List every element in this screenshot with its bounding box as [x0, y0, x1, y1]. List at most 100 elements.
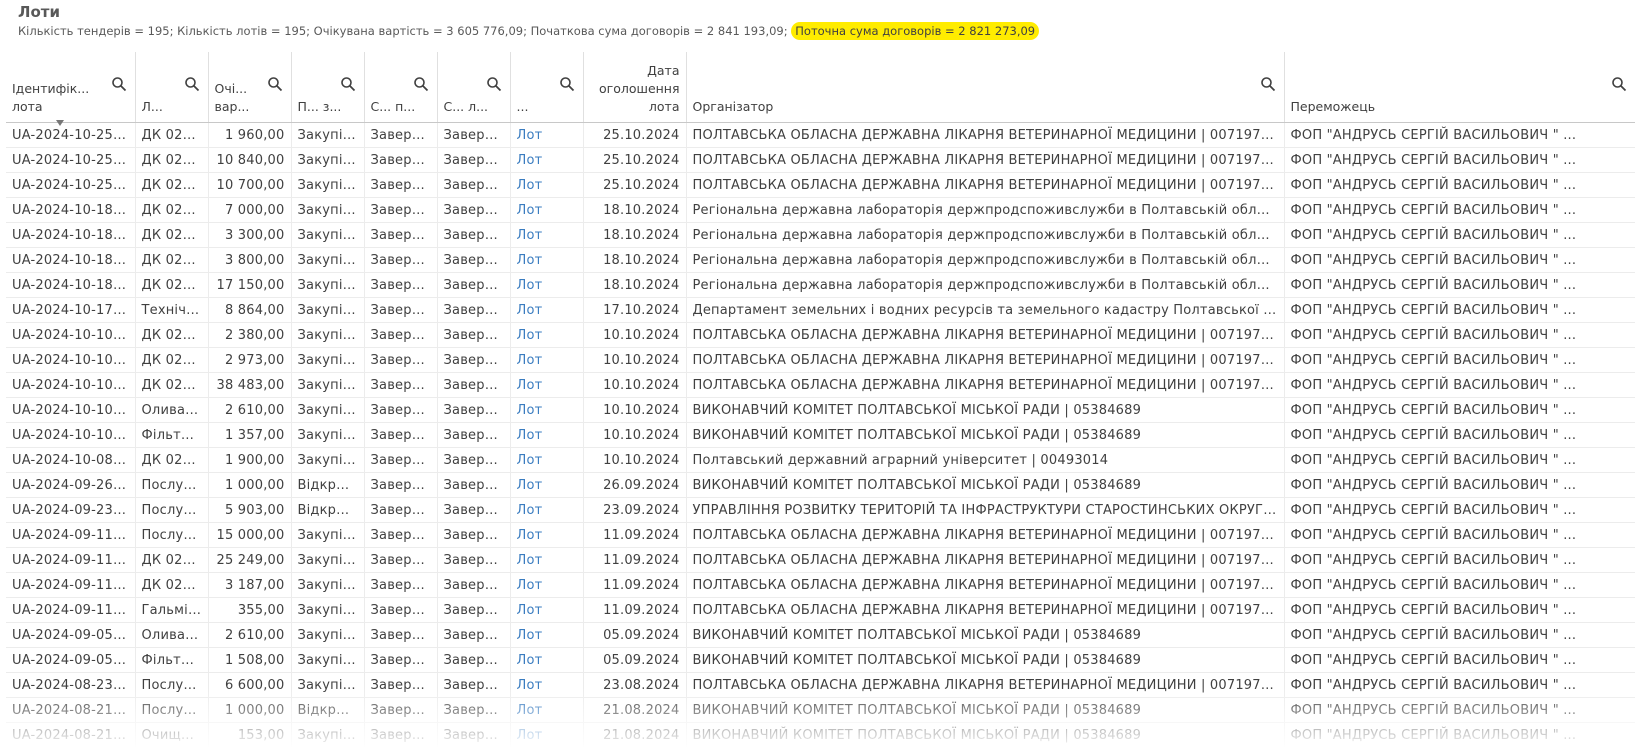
lots-table: Ідентифік... лота Л... Очі... вар... П... з…	[6, 52, 1635, 747]
table-row[interactable]: UA-2024-10-10-... ДК 021... 2 380,00 Закупі…	[6, 322, 1635, 348]
column-header-lot-status[interactable]: С... л...	[437, 52, 511, 123]
cell-procurement-type: Закупів...	[291, 322, 365, 348]
table-row[interactable]: UA-2024-10-18-... ДК 021... 7 000,00 Закупі…	[6, 197, 1635, 223]
cell-lot-status: Заверш...	[437, 447, 511, 473]
cell-lot-link[interactable]: Лот	[510, 197, 584, 223]
cell-lot-status: Заверш...	[437, 272, 511, 298]
column-header-winner[interactable]: Переможець	[1284, 52, 1635, 123]
cell-lot-link[interactable]: Лот	[510, 722, 584, 747]
column-header-procurement-type[interactable]: П... з...	[291, 52, 365, 123]
cell-lot-link[interactable]: Лот	[510, 122, 584, 148]
table-row[interactable]: UA-2024-09-11-... ДК 021... 3 187,00 Закупі…	[6, 572, 1635, 598]
table-row[interactable]: UA-2024-10-10-... Олива ... 2 610,00 Закупі…	[6, 397, 1635, 423]
cell-organizer: ВИКОНАВЧИЙ КОМІТЕТ ПОЛТАВСЬКОЇ МІСЬКОЇ Р…	[686, 397, 1285, 423]
search-icon[interactable]	[267, 76, 283, 92]
cell-lot-link[interactable]: Лот	[510, 172, 584, 198]
cell-lot-link[interactable]: Лот	[510, 272, 584, 298]
column-header-announce-date[interactable]: Дата оголошення лота	[583, 52, 687, 123]
cell-procurement-type: Закупів...	[291, 347, 365, 373]
cell-lot-link[interactable]: Лот	[510, 447, 584, 473]
search-icon[interactable]	[486, 76, 502, 92]
cell-lot-link[interactable]: Лот	[510, 222, 584, 248]
search-icon[interactable]	[111, 76, 127, 92]
column-header-label: Організатор	[692, 99, 774, 114]
table-row[interactable]: UA-2024-09-05-... Олива ... 2 610,00 Закупі…	[6, 622, 1635, 648]
table-row[interactable]: UA-2024-10-18-... ДК 021... 17 150,00 Закуп…	[6, 272, 1635, 298]
table-row[interactable]: UA-2024-08-23-... Послуг... 6 600,00 Закупі…	[6, 672, 1635, 698]
cell-lot-name: ДК 021...	[135, 172, 209, 198]
cell-lot-link[interactable]: Лот	[510, 672, 584, 698]
cell-lot-link[interactable]: Лот	[510, 472, 584, 498]
cell-lot-link[interactable]: Лот	[510, 397, 584, 423]
cell-winner: ФОП "АНДРУСЬ СЕРГІЙ ВАСИЛЬОВИЧ " ...	[1284, 272, 1635, 298]
cell-procurement-type: Закупів...	[291, 722, 365, 747]
cell-lot-status: Заверш...	[437, 122, 511, 148]
table-row[interactable]: UA-2024-10-10-... Фільтр... 1 357,00 Закупі…	[6, 422, 1635, 448]
cell-lot-link[interactable]: Лот	[510, 697, 584, 723]
search-icon[interactable]	[413, 76, 429, 92]
table-row[interactable]: UA-2024-10-18-... ДК 021... 3 300,00 Закупі…	[6, 222, 1635, 248]
column-header-procurement-status[interactable]: С... п...	[364, 52, 438, 123]
cell-lot-status: Заверш...	[437, 722, 511, 747]
cell-lot-link[interactable]: Лот	[510, 647, 584, 673]
search-icon[interactable]	[184, 76, 200, 92]
cell-lot-name: ДК 021...	[135, 322, 209, 348]
column-header-lot-link[interactable]: ...	[510, 52, 584, 123]
cell-lot-link[interactable]: Лот	[510, 322, 584, 348]
search-icon[interactable]	[1260, 76, 1276, 92]
cell-organizer: ПОЛТАВСЬКА ОБЛАСНА ДЕРЖАВНА ЛІКАРНЯ ВЕТЕ…	[686, 147, 1285, 173]
cell-lot-link[interactable]: Лот	[510, 347, 584, 373]
cell-lot-name: Олива ...	[135, 397, 209, 423]
cell-expected-value: 2 610,00	[208, 397, 292, 423]
column-header-expected-value[interactable]: Очі... вар...	[208, 52, 292, 123]
cell-lot-status: Заверш...	[437, 397, 511, 423]
cell-announce-date: 05.09.2024	[583, 647, 687, 673]
table-row[interactable]: UA-2024-08-21-... Очищу... 153,00 Закупів..…	[6, 722, 1635, 747]
column-header-lot-name[interactable]: Л...	[135, 52, 209, 123]
table-row[interactable]: UA-2024-09-26-... Послуг... 1 000,00 Відкри…	[6, 472, 1635, 498]
table-row[interactable]: UA-2024-10-10-... ДК 021... 38 483,00 Закуп…	[6, 372, 1635, 398]
column-header-lot-id[interactable]: Ідентифік... лота	[6, 52, 136, 126]
table-row[interactable]: UA-2024-09-23-... Послуг... 5 903,00 Відкри…	[6, 497, 1635, 523]
cell-lot-link[interactable]: Лот	[510, 372, 584, 398]
cell-lot-link[interactable]: Лот	[510, 297, 584, 323]
table-row[interactable]: UA-2024-10-18-... ДК 021... 3 800,00 Закупі…	[6, 247, 1635, 273]
cell-lot-link[interactable]: Лот	[510, 547, 584, 573]
cell-lot-link[interactable]: Лот	[510, 147, 584, 173]
table-row[interactable]: UA-2024-09-11-... Послуг... 15 000,00 Закуп…	[6, 522, 1635, 548]
cell-lot-link[interactable]: Лот	[510, 497, 584, 523]
table-row[interactable]: UA-2024-10-25-... ДК 021... 10 840,00 Закуп…	[6, 147, 1635, 173]
search-icon[interactable]	[340, 76, 356, 92]
cell-lot-name: ДК 021...	[135, 372, 209, 398]
cell-procurement-type: Закупів...	[291, 122, 365, 148]
cell-lot-link[interactable]: Лот	[510, 572, 584, 598]
cell-winner: ФОП "АНДРУСЬ СЕРГІЙ ВАСИЛЬОВИЧ " ...	[1284, 397, 1635, 423]
table-row[interactable]: UA-2024-10-08-... ДК 021... 1 900,00 Закупі…	[6, 447, 1635, 473]
cell-expected-value: 2 380,00	[208, 322, 292, 348]
cell-organizer: ПОЛТАВСЬКА ОБЛАСНА ДЕРЖАВНА ЛІКАРНЯ ВЕТЕ…	[686, 122, 1285, 148]
table-row[interactable]: UA-2024-10-25-... ДК 021... 10 700,00 Закуп…	[6, 172, 1635, 198]
cell-announce-date: 10.10.2024	[583, 447, 687, 473]
cell-lot-link[interactable]: Лот	[510, 247, 584, 273]
table-row[interactable]: UA-2024-10-17-... Технічн... 8 864,00 Закуп…	[6, 297, 1635, 323]
cell-announce-date: 10.10.2024	[583, 397, 687, 423]
cell-lot-link[interactable]: Лот	[510, 622, 584, 648]
table-row[interactable]: UA-2024-09-11-... ДК 021... 25 249,00 Закуп…	[6, 547, 1635, 573]
search-icon[interactable]	[559, 76, 575, 92]
cell-lot-link[interactable]: Лот	[510, 522, 584, 548]
table-row[interactable]: UA-2024-09-05-... Фільтр... 1 508,00 Закупі…	[6, 647, 1635, 673]
cell-lot-status: Заверш...	[437, 572, 511, 598]
table-row[interactable]: UA-2024-10-10-... ДК 021... 2 973,00 Закупі…	[6, 347, 1635, 373]
column-header-organizer[interactable]: Організатор	[686, 52, 1285, 123]
search-icon[interactable]	[1611, 76, 1627, 92]
cell-lot-link[interactable]: Лот	[510, 597, 584, 623]
cell-announce-date: 21.08.2024	[583, 697, 687, 723]
table-row[interactable]: UA-2024-09-11-... Гальмів... 355,00 Закупів…	[6, 597, 1635, 623]
cell-lot-link[interactable]: Лот	[510, 422, 584, 448]
table-row[interactable]: UA-2024-10-25-... ДК 021... 1 960,00 Закупі…	[6, 122, 1635, 148]
table-row[interactable]: UA-2024-08-21-... Послуг... 1 000,00 Відкри…	[6, 697, 1635, 723]
cell-lot-id: UA-2024-09-23-...	[6, 497, 136, 523]
column-header-label: ...	[516, 99, 529, 114]
cell-winner: ФОП "АНДРУСЬ СЕРГІЙ ВАСИЛЬОВИЧ " ...	[1284, 472, 1635, 498]
cell-winner: ФОП "АНДРУСЬ СЕРГІЙ ВАСИЛЬОВИЧ " ...	[1284, 522, 1635, 548]
